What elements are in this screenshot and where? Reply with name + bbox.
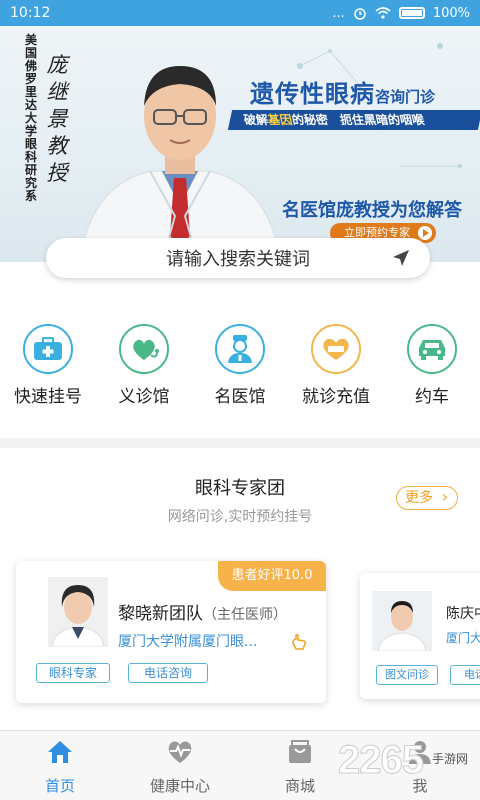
- home-icon: [48, 741, 72, 763]
- status-icons: ... 100%: [332, 6, 470, 21]
- section-divider: [0, 438, 480, 448]
- rating-badge: 患者好评10.0: [218, 561, 326, 591]
- doctor-hospital: 厦门大学附属厦门眼...: [118, 634, 258, 650]
- doctor-title: （主任医师）: [203, 607, 287, 623]
- tag-phone[interactable]: 电话: [450, 665, 480, 685]
- promo-banner[interactable]: 美国佛罗里达大学眼科研究系 庞继景教授 遗传性眼病咨询门诊 破解基因的秘密 扼住…: [0, 26, 480, 262]
- status-time: 10:12: [10, 5, 51, 21]
- doctor-icon: [215, 324, 265, 374]
- site-watermark: 2265 手游网: [330, 736, 480, 796]
- quick-menu: 快速挂号 义诊馆 名医馆 就诊充值 约车: [0, 324, 480, 416]
- alarm-icon: [354, 8, 366, 20]
- quick-menu-label: 约车: [415, 387, 449, 407]
- tag-ophthalmology[interactable]: 眼科专家: [36, 663, 110, 683]
- heart-pulse-icon: [168, 741, 192, 763]
- nav-label: 首页: [44, 777, 75, 795]
- quick-menu-item-car[interactable]: 约车: [384, 324, 480, 407]
- watermark-suffix: 手游网: [432, 752, 469, 766]
- battery-icon: [398, 7, 425, 19]
- quick-menu-label: 义诊馆: [118, 387, 170, 407]
- car-icon: [407, 324, 457, 374]
- banner-subtitle: 名医馆庞教授为您解答: [282, 200, 462, 221]
- search-input[interactable]: 请输入搜索关键词: [46, 238, 430, 278]
- notification-dots: ...: [332, 5, 345, 21]
- banner-slogan-strip: 破解基因的秘密 扼住黑暗的咽喉: [227, 110, 480, 130]
- tag-phone-consult[interactable]: 电话咨询: [128, 663, 208, 683]
- banner-title-suffix: 咨询门诊: [375, 88, 436, 106]
- nav-label: 健康中心: [149, 777, 210, 795]
- quick-menu-item-charity[interactable]: 义诊馆: [96, 324, 192, 407]
- slogan-part-2: 的秘密 扼住黑暗的咽喉: [290, 113, 426, 127]
- play-arrow-icon: [418, 226, 432, 240]
- quick-menu-item-recharge[interactable]: 就诊充值: [288, 324, 384, 407]
- shop-icon: [289, 740, 311, 763]
- heart-card-icon: [311, 324, 361, 374]
- medical-kit-icon: [23, 324, 73, 374]
- status-bar: 10:12 ... 100%: [0, 0, 480, 26]
- quick-menu-label: 就诊充值: [302, 387, 370, 407]
- stethoscope-heart-icon: [119, 324, 169, 374]
- banner-doctor-name: 庞继景教授: [46, 53, 68, 185]
- hand-point-icon: [292, 633, 307, 650]
- more-button[interactable]: 更多: [396, 486, 458, 510]
- app-screen: 10:12 ... 100% 美国佛罗里达大学眼科研究系 庞继景教授 遗传性眼病…: [0, 0, 480, 800]
- quick-menu-item-famous-doctors[interactable]: 名医馆: [192, 324, 288, 407]
- doctor-photo: [79, 66, 281, 262]
- doctor-hospital: 厦门大: [446, 631, 480, 645]
- quick-menu-item-register[interactable]: 快速挂号: [0, 324, 96, 407]
- doctor-name-text: 黎晓新团队: [118, 604, 203, 624]
- banner-affiliation: 美国佛罗里达大学眼科研究系: [24, 33, 37, 203]
- wifi-icon: [375, 7, 391, 19]
- doctor-avatar: [48, 577, 108, 647]
- quick-menu-label: 快速挂号: [14, 387, 82, 407]
- search-placeholder: 请输入搜索关键词: [166, 249, 310, 270]
- tag-text-consult[interactable]: 图文问诊: [376, 665, 438, 685]
- doctor-name: 黎晓新团队（主任医师）: [118, 599, 287, 624]
- more-button-label: 更多: [405, 490, 433, 506]
- nav-health-center[interactable]: 健康中心: [120, 739, 240, 796]
- location-arrow-icon[interactable]: [392, 249, 410, 267]
- nav-home[interactable]: 首页: [0, 739, 120, 796]
- battery-level: 100%: [432, 5, 470, 21]
- doctor-name: 陈庆中: [446, 606, 480, 622]
- watermark-number: 2265: [338, 738, 425, 783]
- doctor-card[interactable]: 陈庆中 厦门大 图文问诊 电话: [360, 573, 480, 699]
- banner-title: 遗传性眼病咨询门诊: [250, 74, 435, 109]
- quick-menu-label: 名医馆: [214, 387, 266, 407]
- doctor-avatar: [372, 591, 432, 651]
- doctor-card[interactable]: 患者好评10.0 黎晓新团队（主任医师） 厦门大学附属厦门眼... 眼科专家 电…: [16, 561, 326, 703]
- banner-title-main: 遗传性眼病: [250, 80, 375, 108]
